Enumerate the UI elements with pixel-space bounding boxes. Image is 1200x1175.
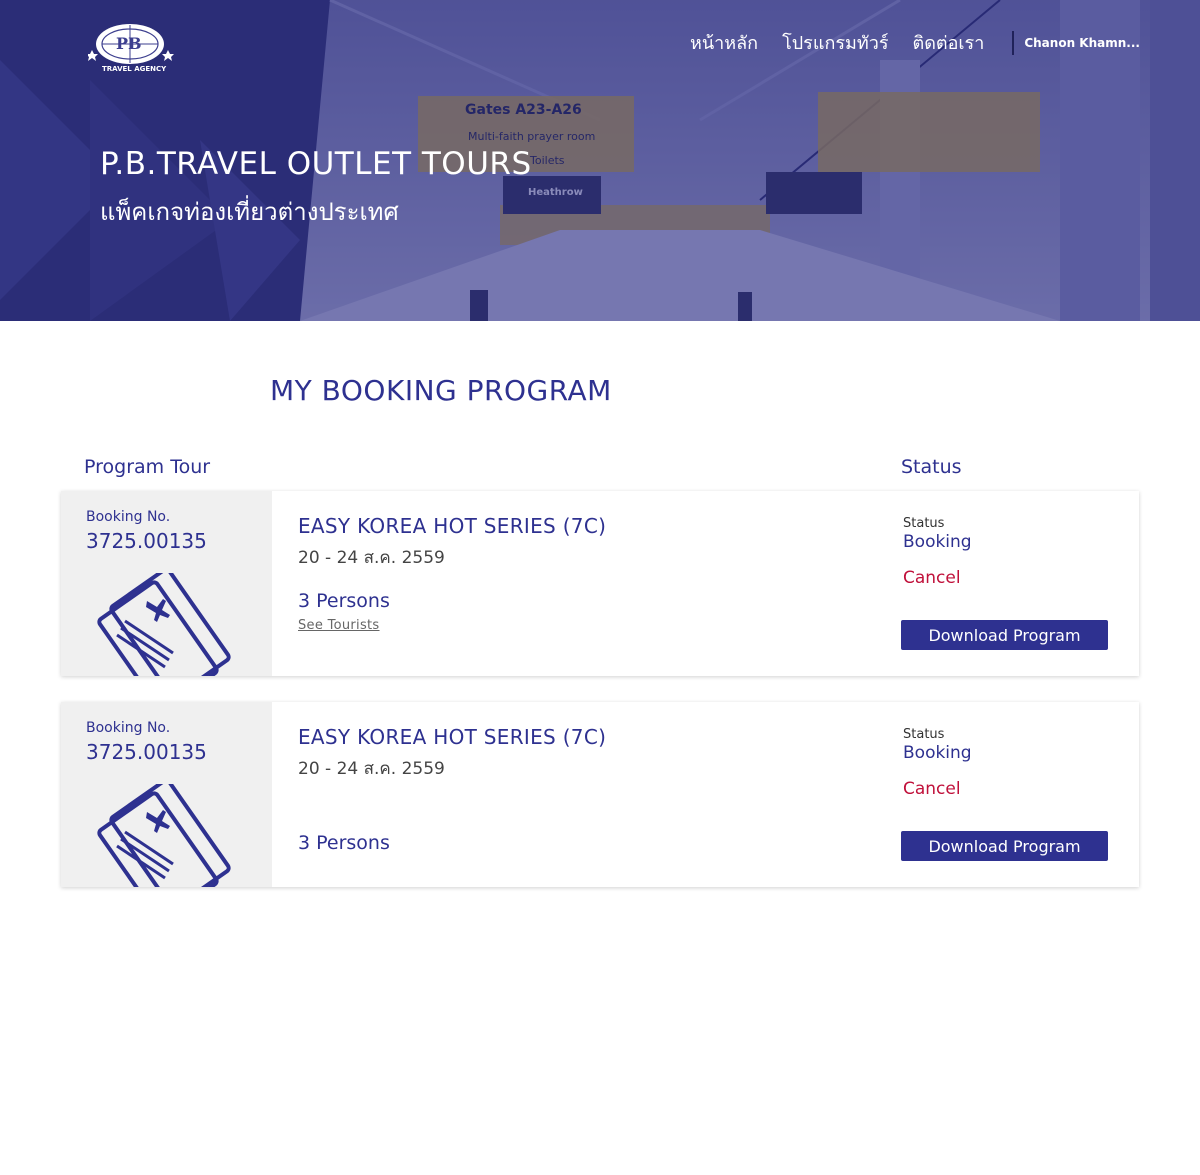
booking-no-label: Booking No. — [86, 720, 171, 736]
booking-card: Booking No. 3725.00135 EASY KOREA HOT SE… — [61, 491, 1139, 676]
user-account-name[interactable]: Chanon Khamn... — [1024, 36, 1140, 50]
download-program-button[interactable]: Download Program — [901, 620, 1108, 650]
status-label: Status — [903, 727, 945, 742]
flight-ticket-icon — [97, 784, 231, 887]
tour-dates: 20 - 24 ส.ค. 2559 — [298, 548, 445, 568]
pb-travel-logo[interactable]: PB TRAVEL AGENCY — [88, 20, 174, 74]
nav-home[interactable]: หน้าหลัก — [690, 28, 758, 57]
nav-divider — [1012, 30, 1015, 55]
hero-title: P.B.TRAVEL OUTLET TOURS — [100, 146, 532, 182]
column-header-status: Status — [901, 456, 962, 478]
svg-text:TRAVEL AGENCY: TRAVEL AGENCY — [102, 65, 167, 73]
column-header-program-tour: Program Tour — [84, 456, 211, 478]
status-value: Booking — [903, 532, 972, 552]
tour-name[interactable]: EASY KOREA HOT SERIES (7C) — [298, 725, 606, 749]
download-program-button[interactable]: Download Program — [901, 831, 1108, 861]
status-value: Booking — [903, 743, 972, 763]
persons-count: 3 Persons — [298, 832, 390, 854]
booking-number-panel: Booking No. 3725.00135 — [61, 491, 272, 676]
flight-ticket-icon — [97, 573, 231, 676]
booking-number-panel: Booking No. 3725.00135 — [61, 702, 272, 887]
page-title: MY BOOKING PROGRAM — [270, 374, 612, 407]
main-nav: หน้าหลัก โปรแกรมทัวร์ ติดต่อเรา Chanon K… — [690, 28, 1140, 57]
cancel-link[interactable]: Cancel — [903, 779, 961, 799]
tour-name[interactable]: EASY KOREA HOT SERIES (7C) — [298, 514, 606, 538]
tour-dates: 20 - 24 ส.ค. 2559 — [298, 759, 445, 779]
cancel-link[interactable]: Cancel — [903, 568, 961, 588]
booking-card: Booking No. 3725.00135 EASY KOREA HOT SE… — [61, 702, 1139, 887]
nav-contact[interactable]: ติดต่อเรา — [913, 28, 985, 57]
see-tourists-link[interactable]: See Tourists — [298, 618, 380, 633]
booking-no-label: Booking No. — [86, 509, 171, 525]
svg-text:PB: PB — [116, 34, 142, 53]
hero-banner: Gates A23-A26 Multi-faith prayer room To… — [0, 0, 1200, 321]
booking-no-value: 3725.00135 — [86, 740, 207, 764]
hero-subtitle: แพ็คเกจท่องเที่ยวต่างประเทศ — [100, 198, 399, 226]
status-label: Status — [903, 516, 945, 531]
booking-no-value: 3725.00135 — [86, 529, 207, 553]
persons-count: 3 Persons — [298, 590, 390, 612]
nav-tour-programs[interactable]: โปรแกรมทัวร์ — [782, 28, 888, 57]
